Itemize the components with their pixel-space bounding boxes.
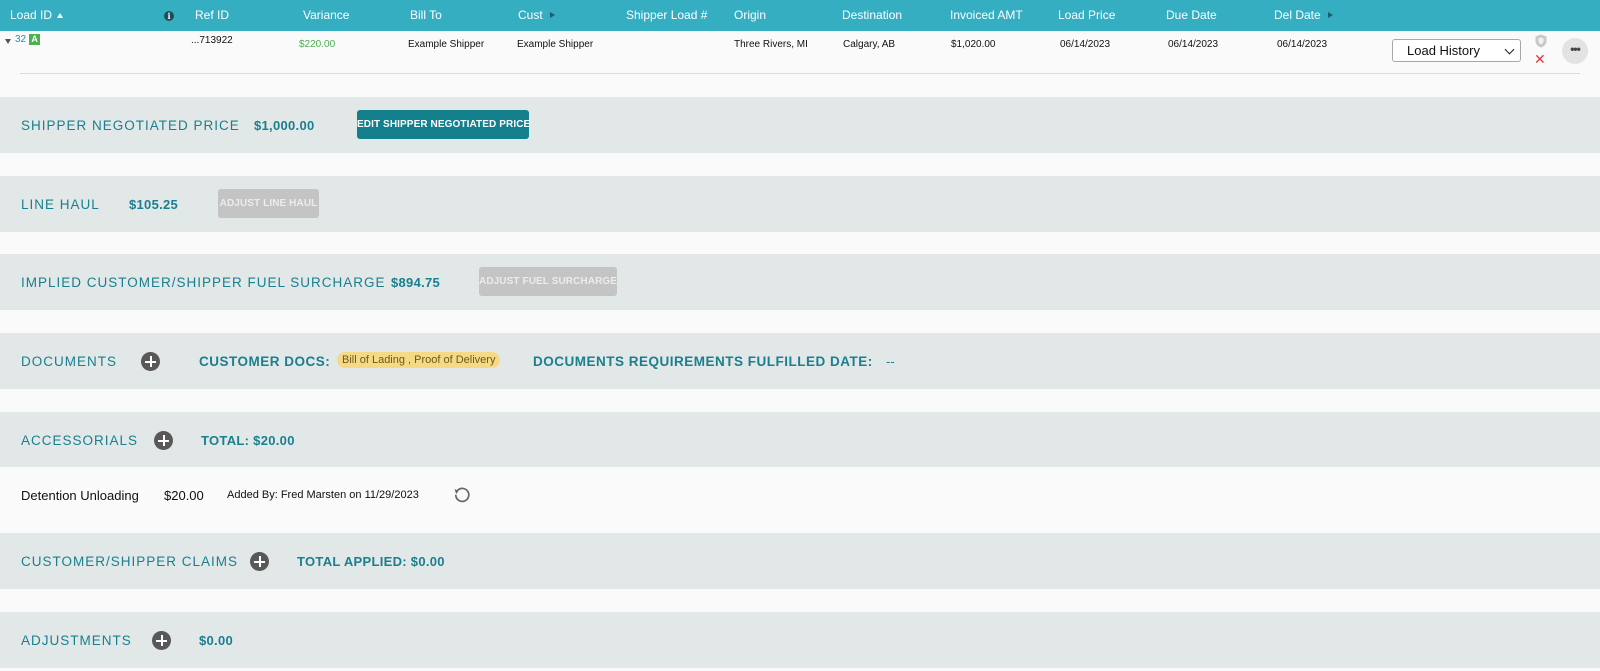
column-header-bill-to[interactable]: Bill To xyxy=(410,8,442,22)
undo-icon[interactable] xyxy=(452,485,472,505)
close-icon[interactable]: ✕ xyxy=(1534,52,1546,66)
column-label: Del Date xyxy=(1274,8,1321,22)
add-claim-icon[interactable] xyxy=(250,552,269,571)
accessorials-total: TOTAL: $20.00 xyxy=(201,433,295,448)
column-label: Cust xyxy=(518,8,543,22)
load-id-link[interactable]: 32 xyxy=(15,34,26,45)
column-label: Shipper Load # xyxy=(626,8,708,22)
column-label: Ref ID xyxy=(195,8,230,22)
chevron-down-icon xyxy=(1504,44,1515,55)
section-label: ACCESSORIALS xyxy=(21,433,139,448)
column-label: Origin xyxy=(734,8,767,22)
adjustments-section: ADJUSTMENTS $0.00 xyxy=(0,612,1600,668)
fuel-surcharge-value: $894.75 xyxy=(391,275,441,290)
column-header-shipper-load[interactable]: Shipper Load # xyxy=(626,8,707,22)
column-label: Due Date xyxy=(1166,8,1217,22)
edit-shipper-negotiated-price-button[interactable]: EDIT SHIPPER NEGOTIATED PRICE xyxy=(357,110,530,139)
documents-fulfilled-value: -- xyxy=(886,354,895,369)
shield-icon[interactable] xyxy=(1535,34,1547,48)
column-header-variance[interactable]: Variance xyxy=(303,8,349,22)
section-label: LINE HAUL xyxy=(21,197,100,212)
section-label: ADJUSTMENTS xyxy=(21,633,132,648)
column-label: Variance xyxy=(303,8,350,22)
accessorial-added-by: Added By: Fred Marsten on 11/29/2023 xyxy=(227,489,419,501)
customer-docs-badge: Bill of Lading , Proof of Delivery xyxy=(337,352,501,368)
load-price-cell: 06/14/2023 xyxy=(1060,39,1111,50)
adjust-fuel-surcharge-button[interactable]: ADJUST FUEL SURCHARGE xyxy=(479,267,617,296)
due-date-cell: 06/14/2023 xyxy=(1168,39,1219,50)
del-date-cell: 06/14/2023 xyxy=(1277,39,1328,50)
section-label: IMPLIED CUSTOMER/SHIPPER FUEL SURCHARGE xyxy=(21,275,386,290)
line-haul-value: $105.25 xyxy=(129,197,179,212)
section-label: DOCUMENTS xyxy=(21,354,117,369)
collapse-row-icon[interactable] xyxy=(5,39,11,44)
bill-to-cell: Example Shipper xyxy=(408,39,485,50)
column-header-del-date[interactable]: Del Date xyxy=(1274,8,1333,22)
column-header-load-price[interactable]: Load Price xyxy=(1058,8,1115,22)
list-item: Detention Unloading $20.00 Added By: Fre… xyxy=(0,467,1600,530)
table-row: 32 A ...713922 $220.00 Example Shipper Ex… xyxy=(0,31,1600,74)
line-haul-section: LINE HAUL $105.25 ADJUST LINE HAUL xyxy=(0,176,1600,232)
accessorial-name: Detention Unloading xyxy=(21,488,139,503)
sort-ascending-icon xyxy=(57,12,64,18)
accessorials-section: ACCESSORIALS TOTAL: $20.00 xyxy=(0,412,1600,468)
column-header-invoiced-amt[interactable]: Invoiced AMT xyxy=(950,8,1023,22)
destination-cell: Calgary, AB xyxy=(843,39,896,50)
variance-cell: $220.00 xyxy=(299,39,336,50)
origin-cell: Three Rivers, MI xyxy=(734,39,808,50)
ref-id-cell: ...713922 xyxy=(191,35,233,46)
column-label: Load Price xyxy=(1058,8,1116,22)
select-value: Load History xyxy=(1407,43,1480,58)
column-header-cust[interactable]: Cust xyxy=(518,8,555,22)
documents-section: DOCUMENTS CUSTOMER DOCS: Bill of Lading … xyxy=(0,333,1600,389)
column-header-load-id[interactable]: Load ID xyxy=(10,8,64,22)
claims-total: TOTAL APPLIED: $0.00 xyxy=(297,554,445,569)
accessorial-amount: $20.00 xyxy=(164,488,204,503)
customer-docs-label: CUSTOMER DOCS: xyxy=(199,354,331,369)
adjust-line-haul-button[interactable]: ADJUST LINE HAUL xyxy=(218,189,319,218)
column-header-destination[interactable]: Destination xyxy=(842,8,902,22)
column-label: Invoiced AMT xyxy=(950,8,1023,22)
column-label: Load ID xyxy=(10,8,53,22)
column-header-ref-id[interactable]: Ref ID xyxy=(195,8,229,22)
column-label: Bill To xyxy=(410,8,442,22)
add-accessorial-icon[interactable] xyxy=(154,431,173,450)
column-label: Destination xyxy=(842,8,903,22)
column-header-due-date[interactable]: Due Date xyxy=(1166,8,1217,22)
invoiced-amt-cell: $1,020.00 xyxy=(951,39,996,50)
fuel-surcharge-section: IMPLIED CUSTOMER/SHIPPER FUEL SURCHARGE … xyxy=(0,254,1600,310)
customer-shipper-claims-section: CUSTOMER/SHIPPER CLAIMS TOTAL APPLIED: $… xyxy=(0,533,1600,589)
row-divider xyxy=(20,73,1580,74)
caret-right-icon xyxy=(549,12,555,18)
column-header-origin[interactable]: Origin xyxy=(734,8,766,22)
shipper-negotiated-price-section: SHIPPER NEGOTIATED PRICE $1,000.00 EDIT … xyxy=(0,97,1600,153)
section-label: SHIPPER NEGOTIATED PRICE xyxy=(21,118,240,133)
more-options-button[interactable]: ••• xyxy=(1562,38,1588,64)
documents-fulfilled-label: DOCUMENTS REQUIREMENTS FULFILLED DATE: xyxy=(533,354,873,369)
add-document-icon[interactable] xyxy=(141,352,160,371)
shipper-price-value: $1,000.00 xyxy=(254,118,315,133)
info-icon[interactable]: i xyxy=(164,11,174,21)
add-adjustment-icon[interactable] xyxy=(152,631,171,650)
adjustments-value: $0.00 xyxy=(199,633,234,648)
status-badge: A xyxy=(29,34,41,45)
table-header: Load ID i Ref ID Variance Bill To Cust S… xyxy=(0,0,1600,31)
section-label: CUSTOMER/SHIPPER CLAIMS xyxy=(21,554,239,569)
cust-cell: Example Shipper xyxy=(517,39,594,50)
load-history-select[interactable]: Load History xyxy=(1392,39,1521,62)
load-id-cell: 32 A xyxy=(15,34,41,45)
caret-right-icon xyxy=(1327,12,1333,18)
